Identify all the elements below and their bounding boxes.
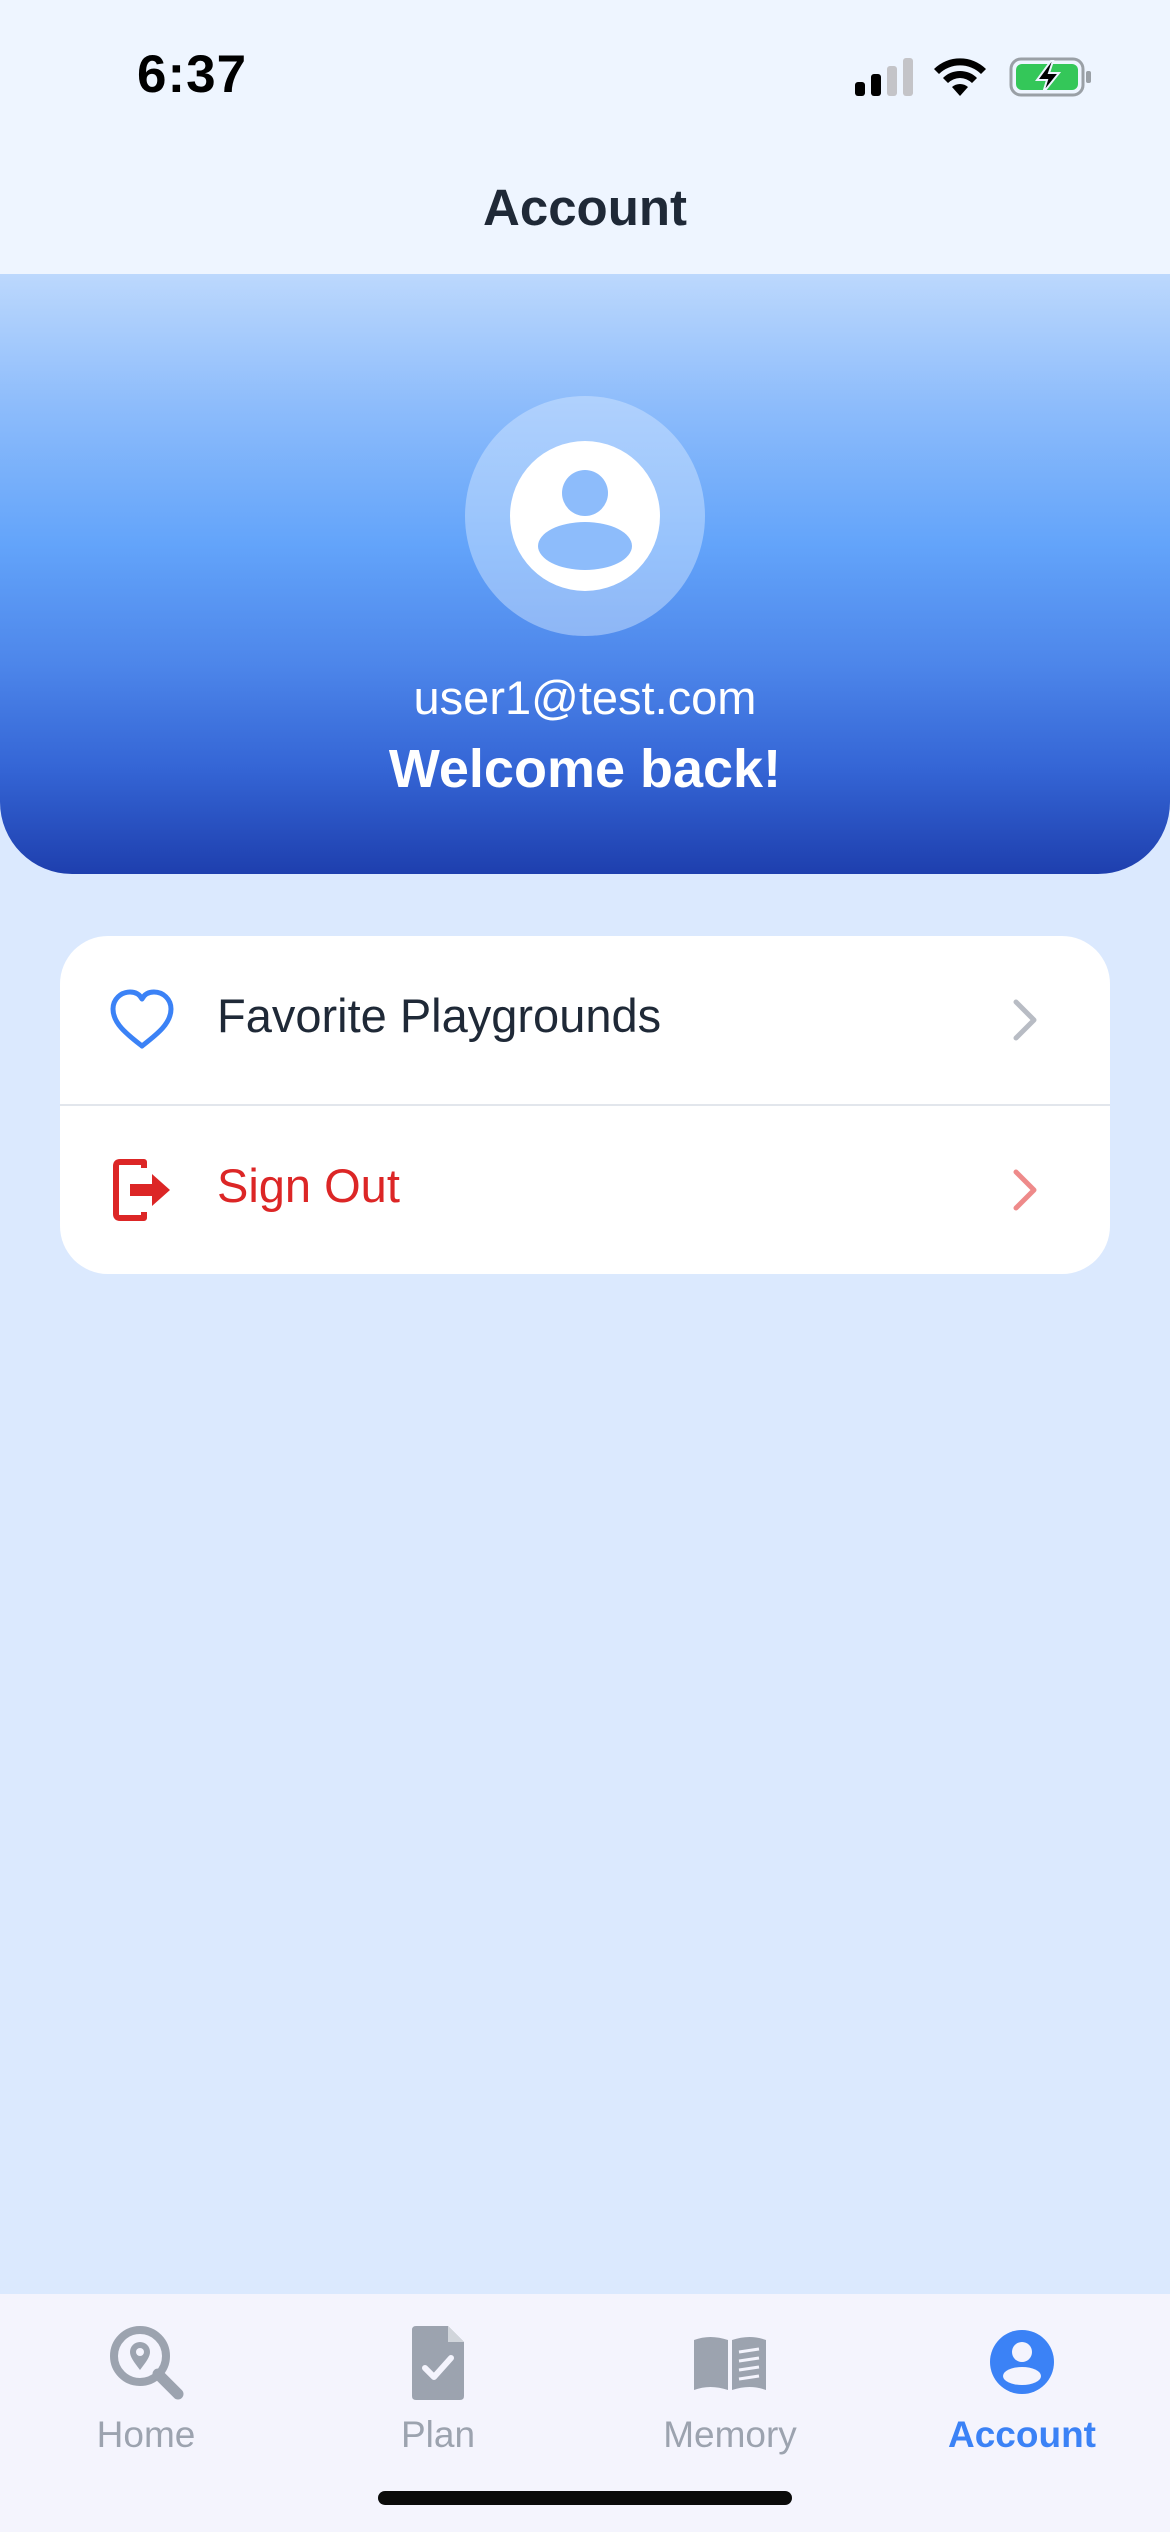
favorite-playgrounds-button[interactable]: Favorite Playgrounds bbox=[60, 936, 1110, 1106]
chevron-right-icon bbox=[1013, 1169, 1037, 1211]
account-menu: Favorite Playgrounds Sign Out bbox=[60, 936, 1110, 1274]
favorite-playgrounds-label: Favorite Playgrounds bbox=[217, 989, 662, 1042]
home-indicator bbox=[378, 2491, 792, 2505]
tab-plan-label: Plan bbox=[400, 2414, 476, 2455]
document-check-icon bbox=[412, 2326, 464, 2400]
tab-account-label: Account bbox=[948, 2414, 1096, 2455]
tab-memory[interactable]: Memory bbox=[584, 2322, 876, 2472]
tab-home-label: Home bbox=[96, 2414, 196, 2455]
search-location-icon bbox=[110, 2326, 184, 2400]
user-email: user1@test.com bbox=[413, 671, 757, 724]
status-bar: 6:37 bbox=[0, 0, 1170, 150]
welcome-message: Welcome back! bbox=[388, 739, 782, 799]
person-circle-icon bbox=[510, 441, 660, 591]
book-open-icon bbox=[694, 2337, 766, 2390]
tab-home[interactable]: Home bbox=[0, 2322, 292, 2472]
chevron-right-icon bbox=[1013, 999, 1037, 1041]
sign-out-label: Sign Out bbox=[217, 1159, 400, 1212]
sign-out-button[interactable]: Sign Out bbox=[60, 1106, 1110, 1274]
signal-icon bbox=[855, 58, 913, 96]
avatar bbox=[465, 396, 705, 636]
nav-header: Account bbox=[0, 150, 1170, 274]
account-circle-icon bbox=[990, 2330, 1054, 2394]
tab-memory-label: Memory bbox=[663, 2414, 797, 2455]
status-time: 6:37 bbox=[137, 45, 248, 104]
tab-plan[interactable]: Plan bbox=[292, 2322, 584, 2472]
heart-icon bbox=[110, 989, 174, 1049]
sign-out-icon bbox=[113, 1159, 170, 1221]
page-title: Account bbox=[483, 179, 687, 236]
wifi-icon bbox=[934, 58, 986, 96]
tab-account[interactable]: Account bbox=[876, 2322, 1168, 2472]
profile-header: user1@test.com Welcome back! bbox=[0, 274, 1170, 874]
battery-charging-icon bbox=[1009, 57, 1091, 97]
